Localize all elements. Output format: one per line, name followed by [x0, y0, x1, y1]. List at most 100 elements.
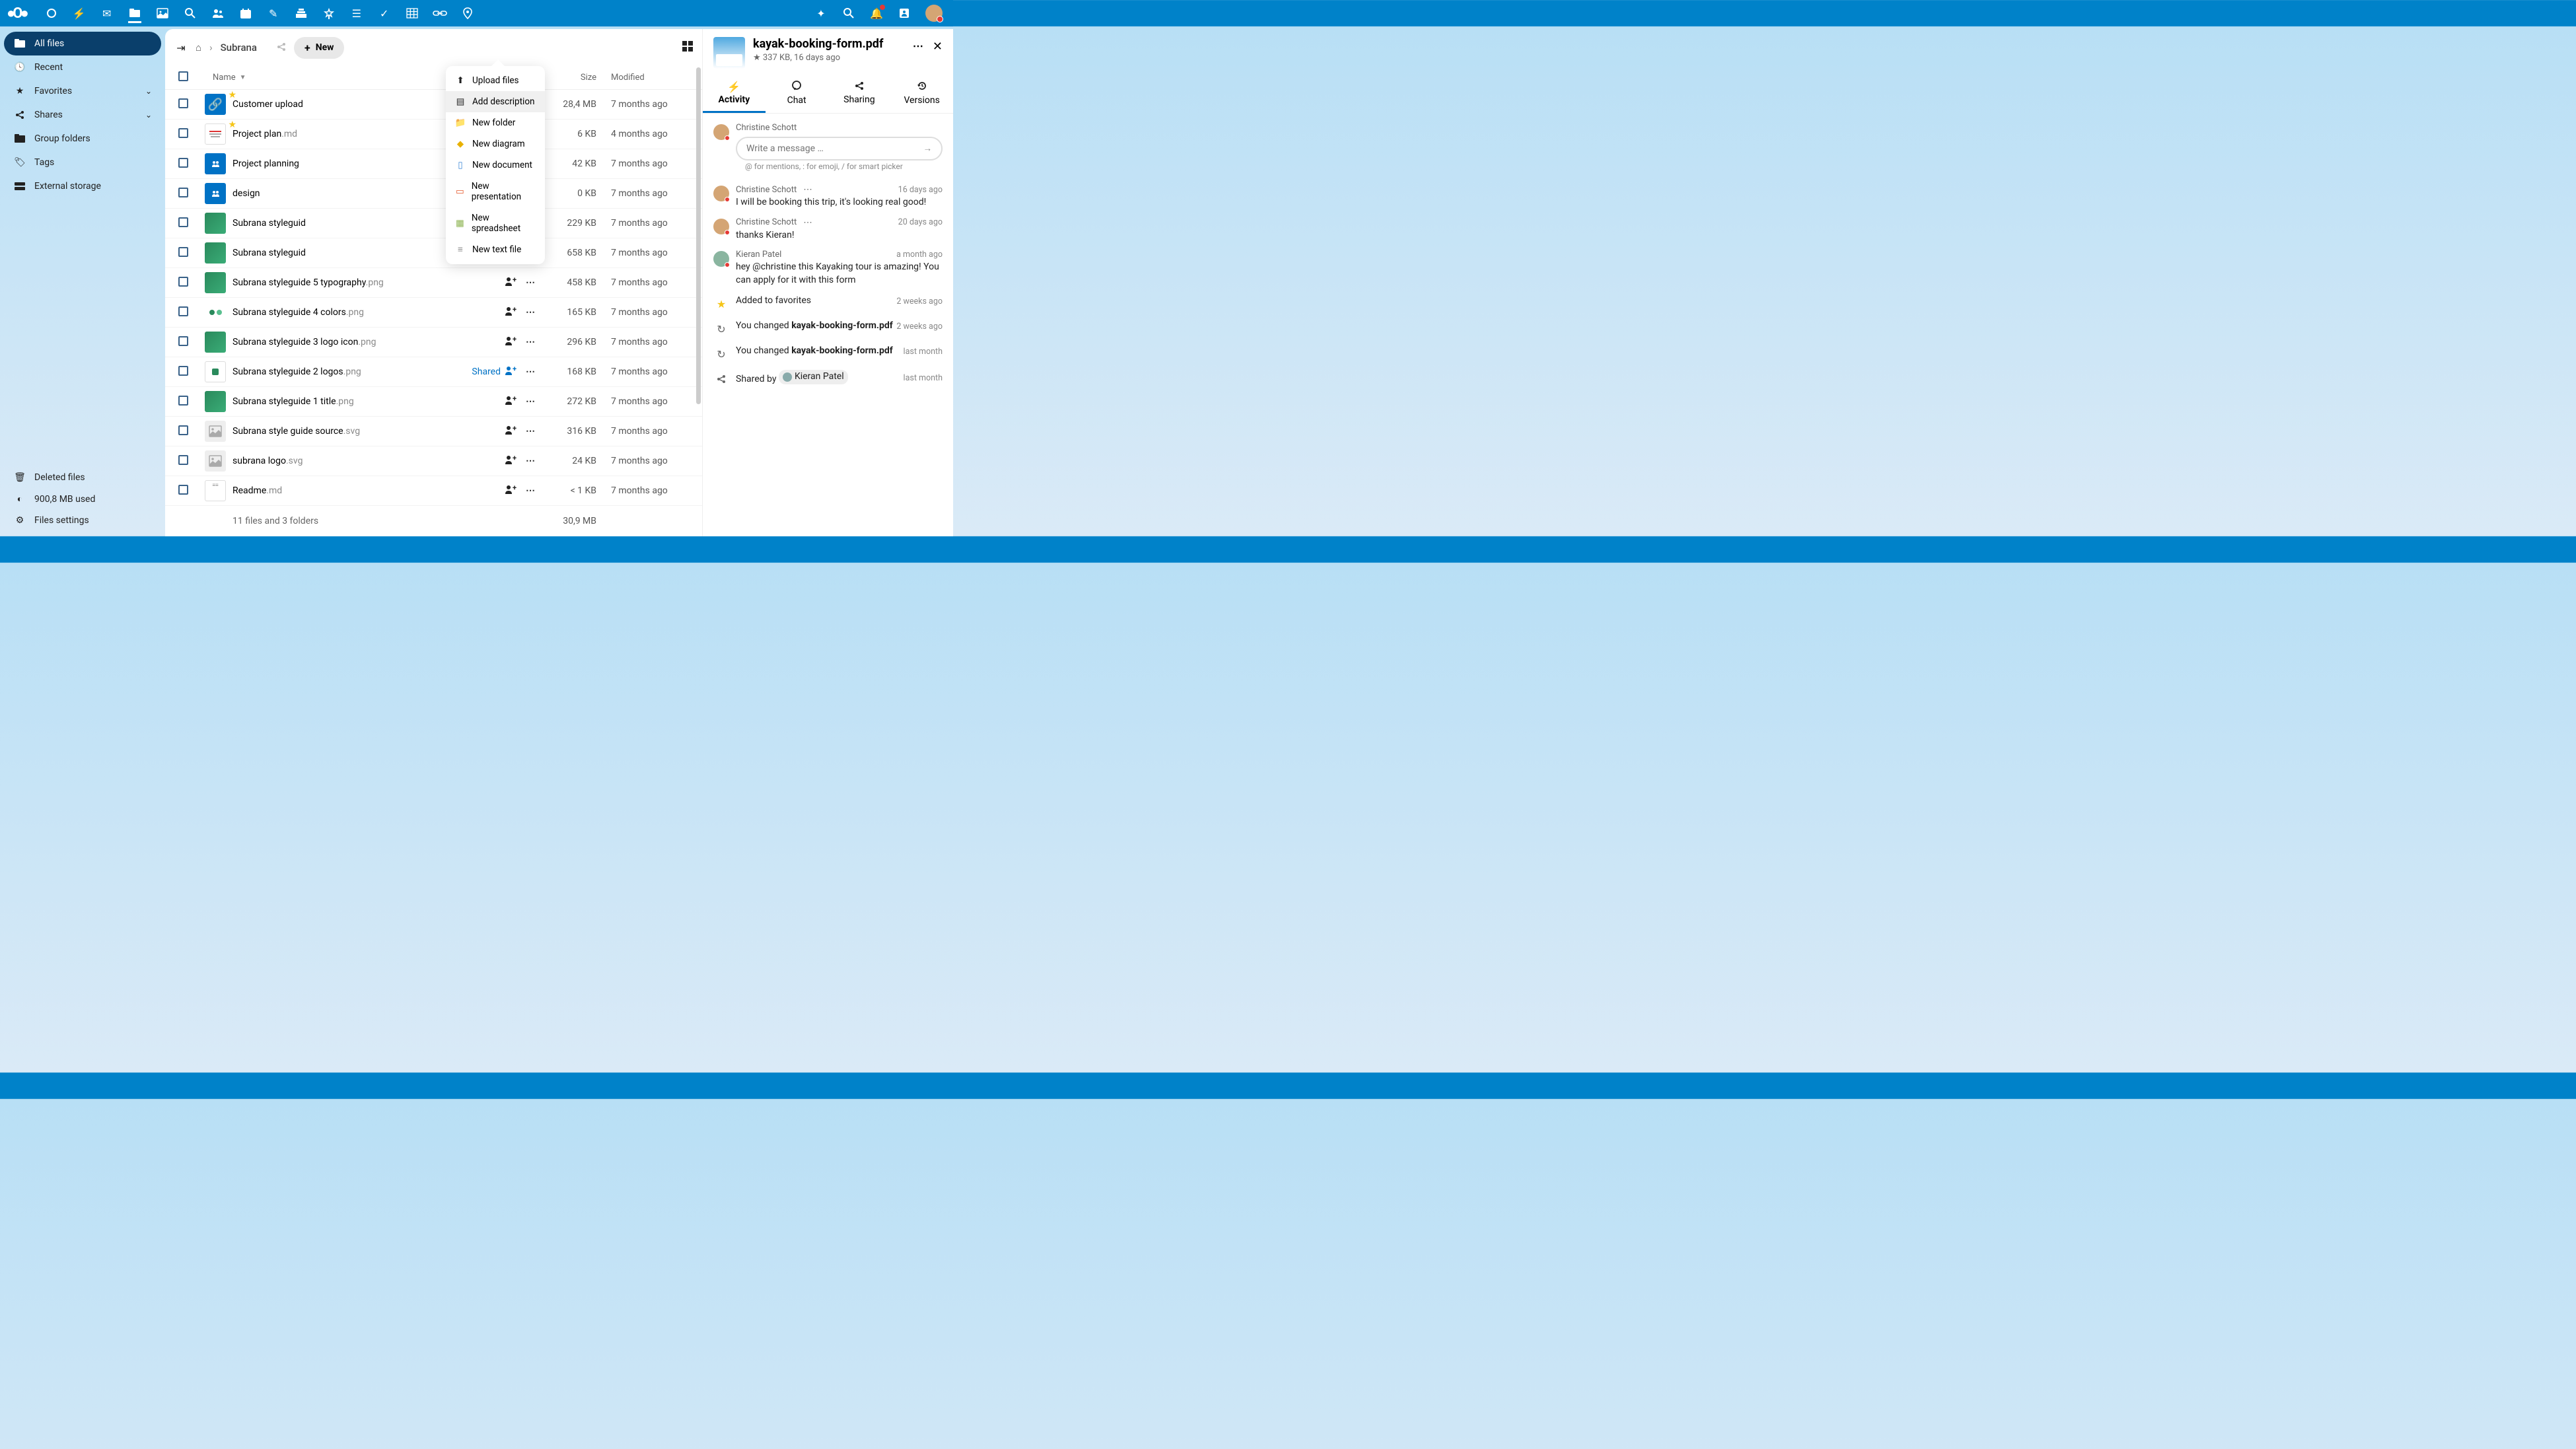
scrollbar[interactable] — [696, 67, 701, 434]
new-menu-new-text-file[interactable]: ≡ New text file — [446, 239, 545, 260]
notifications-icon[interactable]: 🔔 — [870, 7, 883, 20]
file-name[interactable]: design — [233, 188, 454, 199]
list-icon[interactable]: ☰ — [350, 7, 363, 20]
row-actions-icon[interactable]: ⋯ — [520, 307, 540, 318]
file-row[interactable]: 🔗★ Customer upload Shared ⋯ 28,4 MB 7 mo… — [165, 90, 702, 120]
file-row[interactable]: design + ⋯ 0 KB 7 months ago — [165, 179, 702, 209]
tab-chat[interactable]: Chat — [766, 74, 828, 113]
row-checkbox[interactable] — [178, 158, 188, 168]
file-row[interactable]: ★ Project plan.md Shared + ⋯ 6 KB 4 mont… — [165, 120, 702, 149]
calendar-icon[interactable] — [239, 7, 252, 20]
row-actions-icon[interactable]: ⋯ — [520, 426, 540, 437]
new-button[interactable]: + New — [294, 37, 344, 59]
row-actions-icon[interactable]: ⋯ — [520, 337, 540, 347]
file-name[interactable]: Readme.md — [233, 485, 454, 496]
sidebar-item-favorites[interactable]: ★ Favorites ⌄ — [4, 79, 161, 103]
sidebar-item-all-files[interactable]: All files — [4, 32, 161, 55]
row-checkbox[interactable] — [178, 277, 188, 287]
dashboard-icon[interactable] — [45, 7, 58, 20]
search-global-icon[interactable] — [842, 7, 855, 20]
row-checkbox[interactable] — [178, 455, 188, 465]
home-icon[interactable]: ⌂ — [196, 42, 201, 53]
new-menu-new-document[interactable]: ▯ New document — [446, 155, 545, 176]
row-checkbox[interactable] — [178, 247, 188, 257]
row-checkbox[interactable] — [178, 188, 188, 197]
file-name[interactable]: Subrana styleguid — [233, 248, 454, 258]
file-name[interactable]: Project planning — [233, 159, 454, 169]
row-actions-icon[interactable]: ⋯ — [520, 396, 540, 407]
row-actions-icon[interactable]: ⋯ — [520, 456, 540, 466]
files-icon[interactable] — [128, 10, 141, 23]
sidebar-item-tags[interactable]: 🏷 Tags — [4, 151, 161, 174]
new-menu-upload-files[interactable]: ⬆ Upload files — [446, 70, 545, 91]
search-icon[interactable] — [184, 7, 197, 20]
contacts-menu-icon[interactable] — [898, 7, 911, 20]
crumb-current[interactable]: Subrana — [221, 42, 257, 53]
sidebar-item-external-storage[interactable]: External storage — [4, 174, 161, 198]
tab-activity[interactable]: ⚡ Activity — [703, 74, 766, 113]
grid-view-icon[interactable] — [682, 41, 693, 54]
row-actions-icon[interactable]: ⋯ — [520, 277, 540, 288]
row-checkbox[interactable] — [178, 396, 188, 406]
new-menu-add-description[interactable]: ▤ Add description — [446, 91, 545, 112]
row-checkbox[interactable] — [178, 306, 188, 316]
share-icon[interactable]: + — [501, 485, 520, 497]
tasks-icon[interactable]: ✓ — [378, 7, 391, 20]
notes-icon[interactable]: ✎ — [267, 7, 280, 20]
assistant-icon[interactable]: ✦ — [814, 7, 828, 20]
logo[interactable]: ●O● — [7, 5, 26, 22]
tab-versions[interactable]: Versions — [890, 74, 953, 113]
file-name[interactable]: Project plan.md — [233, 129, 454, 139]
deck-icon[interactable] — [295, 7, 308, 20]
row-checkbox[interactable] — [178, 336, 188, 346]
col-name[interactable]: Name ▼ — [205, 73, 445, 83]
file-row[interactable]: subrana logo.svg + ⋯ 24 KB 7 months ago — [165, 446, 702, 476]
file-name[interactable]: Subrana style guide source.svg — [233, 426, 454, 437]
new-menu-new-spreadsheet[interactable]: ▦ New spreadsheet — [446, 207, 545, 239]
file-name[interactable]: Customer upload — [233, 99, 454, 110]
file-row[interactable]: Subrana styleguid Shared + ⋯ 658 KB 7 mo… — [165, 238, 702, 268]
row-checkbox[interactable] — [178, 98, 188, 108]
file-row[interactable]: Subrana styleguide 5 typography.png + ⋯ … — [165, 268, 702, 298]
share-icon[interactable]: + — [501, 455, 520, 467]
file-row[interactable]: Subrana style guide source.svg + ⋯ 316 K… — [165, 417, 702, 446]
file-name[interactable]: Subrana styleguide 4 colors.png — [233, 307, 454, 318]
user-chip[interactable]: Kieran Patel — [779, 370, 848, 384]
col-modified[interactable]: Modified — [596, 73, 689, 83]
row-checkbox[interactable] — [178, 366, 188, 376]
comment-actions-icon[interactable]: ⋯ — [803, 184, 812, 195]
share-icon[interactable]: + — [501, 366, 520, 378]
file-name[interactable]: Subrana styleguide 1 title.png — [233, 396, 454, 407]
maps-icon[interactable] — [461, 7, 474, 20]
share-icon[interactable]: + — [501, 396, 520, 407]
row-actions-icon[interactable]: ⋯ — [520, 367, 540, 377]
user-avatar[interactable] — [925, 5, 943, 22]
send-icon[interactable]: → — [923, 143, 933, 154]
file-row[interactable]: ≡≡ Readme.md + ⋯ < 1 KB 7 months ago — [165, 476, 702, 506]
share-icon[interactable]: + — [501, 425, 520, 437]
link-icon[interactable] — [433, 7, 447, 20]
contacts-icon[interactable] — [211, 7, 225, 20]
sidebar-item-recent[interactable]: 🕓 Recent — [4, 55, 161, 79]
toggle-sidebar-icon[interactable]: ⇥ — [174, 41, 188, 54]
photos-icon[interactable] — [156, 7, 169, 20]
new-menu-new-folder[interactable]: 📁 New folder — [446, 112, 545, 133]
file-row[interactable]: Project planning + ⋯ 42 KB 7 months ago — [165, 149, 702, 179]
mail-icon[interactable]: ✉ — [100, 7, 114, 20]
more-actions-icon[interactable]: ⋯ — [913, 40, 923, 52]
sidebar-footer-deleted-files[interactable]: 🗑 Deleted files — [4, 467, 161, 488]
file-row[interactable]: Subrana styleguide 2 logos.png Shared + … — [165, 357, 702, 387]
select-all-checkbox[interactable] — [178, 71, 188, 81]
comment-actions-icon[interactable]: ⋯ — [803, 217, 812, 228]
share-icon[interactable]: + — [501, 306, 520, 318]
bookmark-icon[interactable] — [322, 7, 336, 20]
message-input-box[interactable]: → — [736, 137, 943, 160]
tables-icon[interactable] — [406, 7, 419, 20]
file-row[interactable]: Subrana styleguide 3 logo icon.png + ⋯ 2… — [165, 328, 702, 357]
share-icon[interactable]: + — [501, 336, 520, 348]
row-checkbox[interactable] — [178, 128, 188, 138]
row-checkbox[interactable] — [178, 485, 188, 495]
file-name[interactable]: Subrana styleguid — [233, 218, 454, 229]
sidebar-footer-files-settings[interactable]: ⚙ Files settings — [4, 510, 161, 531]
file-row[interactable]: Subrana styleguide 1 title.png + ⋯ 272 K… — [165, 387, 702, 417]
